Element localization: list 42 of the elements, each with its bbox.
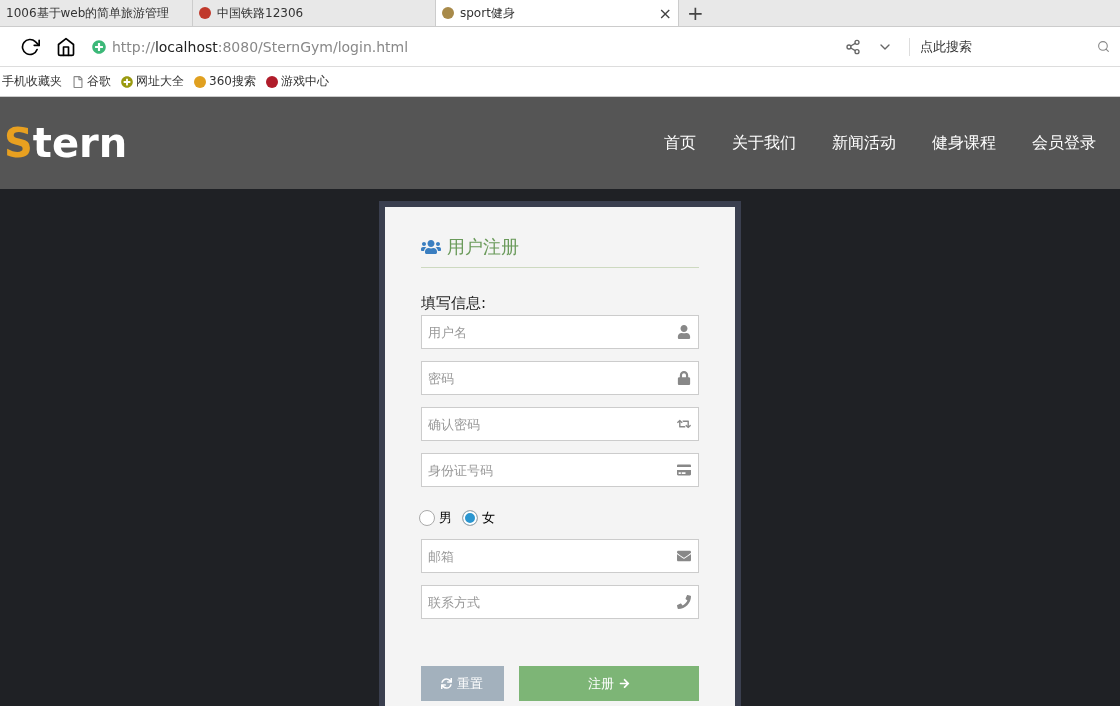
search-icon (1097, 40, 1110, 53)
radio-label: 女 (482, 509, 495, 527)
bookmark-link[interactable]: 网址大全 (121, 73, 184, 90)
nav-link[interactable]: 健身课程 (932, 132, 996, 154)
browser-tab[interactable]: sport健身 × (436, 0, 679, 26)
repeat-icon (677, 417, 691, 431)
page-icon (72, 75, 84, 88)
input-field[interactable]: 邮箱 (421, 539, 699, 573)
bookmark-link[interactable]: 手机收藏夹 (2, 73, 62, 90)
input-field[interactable]: 用户名 (421, 315, 699, 349)
bookmark-link[interactable]: 游戏中心 (265, 73, 329, 90)
input-field[interactable]: 确认密码 (421, 407, 699, 441)
form-title: 用户注册 (421, 235, 699, 268)
arrow-right-icon (618, 678, 630, 689)
nav-link[interactable]: 新闻活动 (832, 132, 896, 154)
radio-button[interactable] (419, 510, 435, 526)
close-button[interactable]: × (658, 3, 672, 23)
mail-icon (677, 549, 691, 563)
refresh-icon (441, 678, 453, 689)
radio-label: 男 (439, 509, 452, 527)
home-icon[interactable] (56, 36, 76, 57)
bookmark-link[interactable]: 谷歌 (72, 73, 111, 90)
users-icon (421, 237, 441, 257)
radio-button[interactable] (462, 510, 478, 526)
nav-link[interactable]: 会员登录 (1032, 132, 1096, 154)
site-logo[interactable]: Stern (4, 120, 128, 166)
card-icon (677, 463, 691, 477)
phone-icon (677, 595, 691, 609)
section-label: 填写信息: (421, 294, 488, 313)
input-field[interactable]: 密码 (421, 361, 699, 395)
lock-icon (677, 371, 691, 385)
input-field[interactable]: 身份证号码 (421, 453, 699, 487)
reload-icon[interactable] (20, 36, 40, 57)
nav-link[interactable]: 关于我们 (732, 132, 796, 154)
input-field[interactable]: 联系方式 (421, 585, 699, 619)
address-field[interactable]: http://localhost:8080/SternGym/login.html (92, 38, 829, 55)
new-tab-button[interactable]: + (679, 0, 712, 26)
search-field[interactable]: 点此搜索 (909, 37, 1120, 56)
bookmark-link[interactable]: 360搜索 (194, 73, 256, 90)
user-icon (677, 325, 691, 339)
share-icon[interactable] (845, 38, 861, 55)
nav-link[interactable]: 首页 (664, 132, 696, 154)
